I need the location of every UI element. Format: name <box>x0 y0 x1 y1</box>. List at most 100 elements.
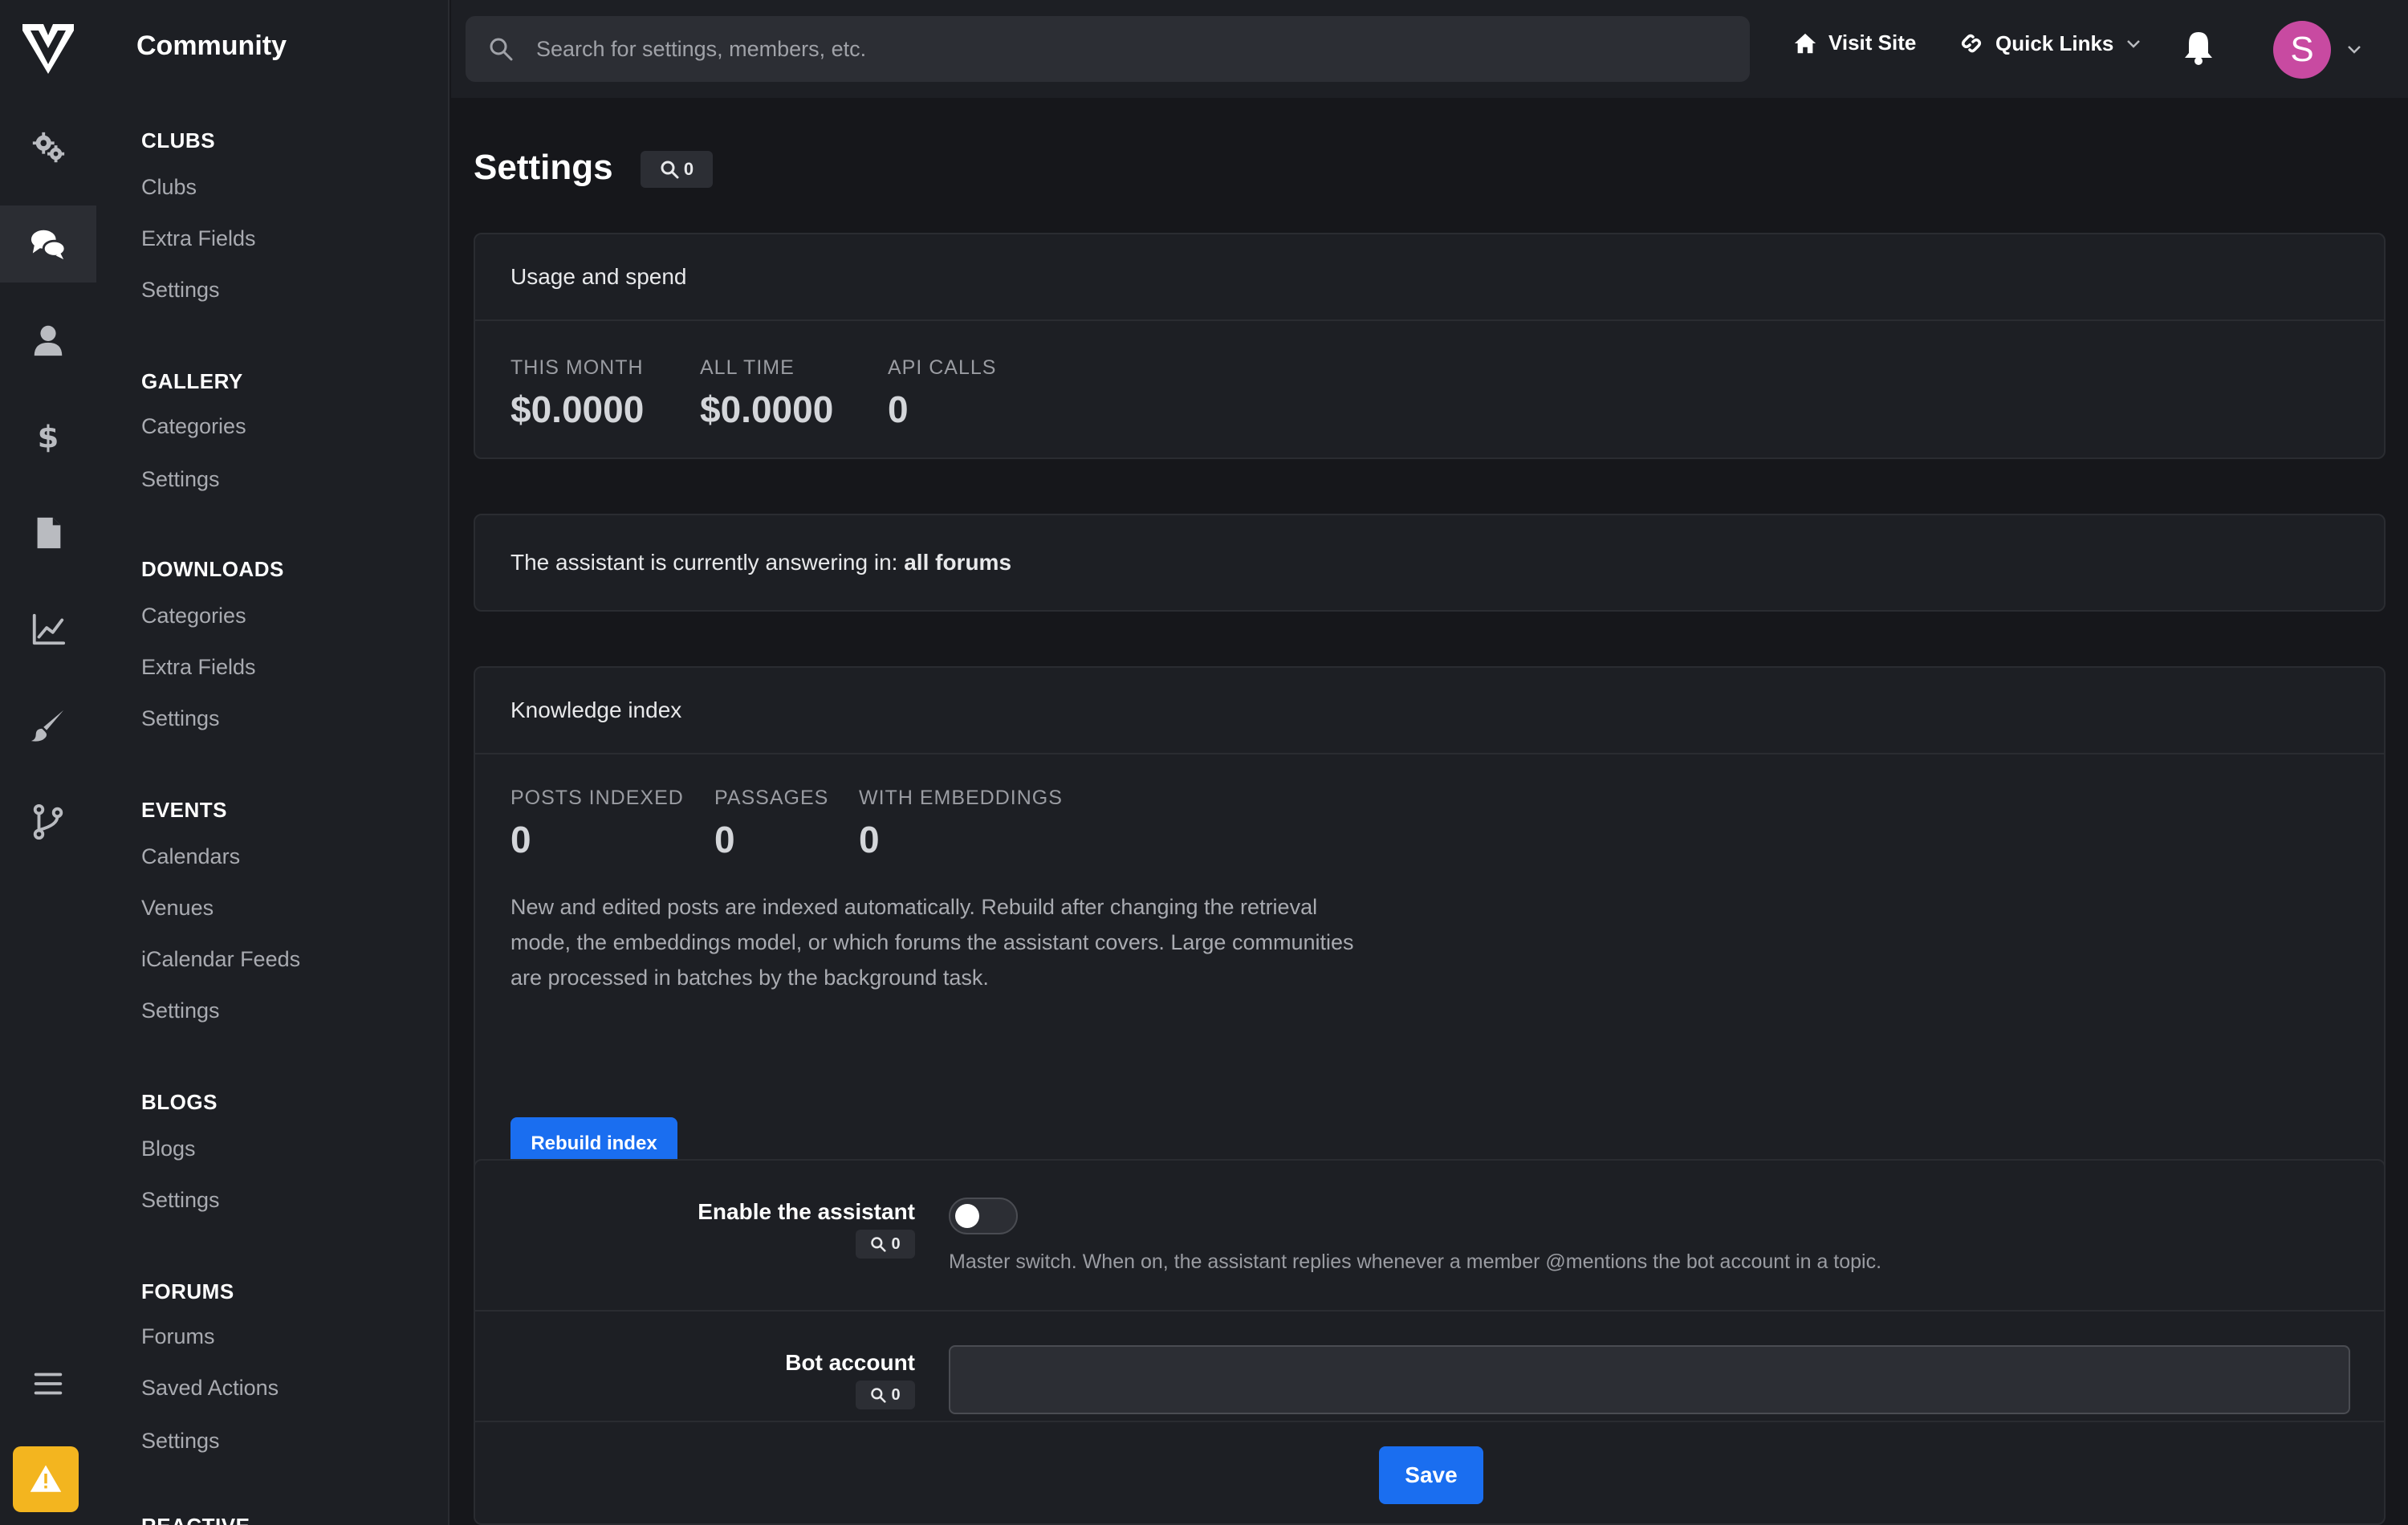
sidebar-item-downloads-extra-fields[interactable]: Extra Fields <box>141 655 256 680</box>
sidebar-item-downloads-settings[interactable]: Settings <box>141 706 220 731</box>
stat-value: $0.0000 <box>510 388 645 430</box>
bot-account-label: Bot account <box>785 1350 915 1375</box>
search-icon <box>871 1237 887 1252</box>
stat-value: 0 <box>859 819 880 860</box>
sidebar-item-blogs[interactable]: Blogs <box>141 1137 196 1161</box>
knowledge-card-heading: Knowledge index <box>475 668 2384 754</box>
sidebar-item-clubs-extra-fields[interactable]: Extra Fields <box>141 226 256 251</box>
sidebar-item-forums[interactable]: Forums <box>141 1324 215 1349</box>
row-divider <box>475 1310 2384 1312</box>
enable-assistant-toggle[interactable] <box>949 1198 1018 1234</box>
toggle-knob <box>955 1204 979 1228</box>
sidebar-item-calendars[interactable]: Calendars <box>141 844 240 869</box>
icon-rail: $ <box>0 0 96 1525</box>
quick-links-label: Quick Links <box>1995 31 2114 55</box>
logo-icon[interactable] <box>22 24 74 74</box>
sidebar-item-downloads-categories[interactable]: Categories <box>141 604 246 628</box>
visit-site-label: Visit Site <box>1828 31 1917 55</box>
chart-line-icon[interactable] <box>0 591 96 668</box>
home-icon <box>1794 33 1816 53</box>
page-search-hits-badge[interactable]: 0 <box>641 151 713 188</box>
warning-button[interactable] <box>13 1446 79 1512</box>
sidebar-brand-title: Community <box>136 31 287 61</box>
avatar[interactable]: S <box>2273 21 2331 79</box>
chevron-down-icon <box>2127 40 2141 48</box>
gears-icon[interactable] <box>0 109 96 186</box>
stat-value: 0 <box>714 819 735 860</box>
scope-card: The assistant is currently answering in:… <box>474 514 2386 612</box>
scope-value: all forums <box>904 550 1012 575</box>
link-icon <box>1961 34 1982 53</box>
sidebar-item-forums-settings[interactable]: Settings <box>141 1429 220 1454</box>
global-search[interactable] <box>466 16 1750 82</box>
sidebar-item-gallery-settings[interactable]: Settings <box>141 467 220 492</box>
knowledge-description: New and edited posts are indexed automat… <box>510 895 1354 990</box>
stat-label: PASSAGES <box>714 787 829 809</box>
sidebar-group-clubs: CLUBS <box>141 128 216 152</box>
stat-passages: PASSAGES 0 <box>714 787 828 861</box>
save-button[interactable]: Save <box>1379 1446 1483 1504</box>
enable-assistant-help: Master switch. When on, the assistant re… <box>949 1250 1882 1273</box>
stat-label: ALL TIME <box>700 356 795 379</box>
usage-card-heading: Usage and spend <box>475 234 2384 321</box>
page-search-hits-count: 0 <box>683 159 694 179</box>
file-icon[interactable] <box>0 494 96 571</box>
notifications-bell-icon[interactable] <box>2182 29 2215 70</box>
enable-assistant-hits-badge[interactable]: 0 <box>856 1230 915 1259</box>
sidebar-item-venues[interactable]: Venues <box>141 896 214 921</box>
search-input[interactable] <box>536 36 1700 62</box>
stat-this-month: THIS MONTH $0.0000 <box>510 356 644 431</box>
sidebar-group-events: EVENTS <box>141 798 228 822</box>
brush-icon[interactable] <box>0 687 96 764</box>
assistant-settings-card: Enable the assistant 0 Master switch. Wh… <box>474 1159 2386 1525</box>
usage-card: Usage and spend THIS MONTH $0.0000 ALL T… <box>474 233 2386 459</box>
sidebar-item-icalendar-feeds[interactable]: iCalendar Feeds <box>141 947 300 972</box>
code-branch-icon[interactable] <box>0 783 96 860</box>
search-icon <box>871 1388 887 1403</box>
search-icon <box>661 161 679 179</box>
chat-bubbles-icon[interactable] <box>0 205 96 283</box>
visit-site-button[interactable]: Visit Site <box>1793 31 1916 55</box>
stat-label: API CALLS <box>888 356 997 379</box>
top-bar: Visit Site Quick Links S <box>451 0 2408 98</box>
bot-account-hits-badge[interactable]: 0 <box>856 1381 915 1409</box>
stat-api-calls: API CALLS 0 <box>888 356 996 431</box>
sidebar-group-reactive: REACTIVE <box>141 1514 250 1525</box>
sidebar-item-blogs-settings[interactable]: Settings <box>141 1188 220 1213</box>
enable-assistant-label: Enable the assistant <box>698 1199 915 1224</box>
bot-account-input[interactable] <box>949 1345 2350 1414</box>
scope-prefix: The assistant is currently answering in: <box>510 550 898 575</box>
sidebar-group-blogs: BLOGS <box>141 1090 218 1114</box>
page-title: Settings <box>474 148 613 187</box>
sidebar-item-events-settings[interactable]: Settings <box>141 998 220 1023</box>
knowledge-index-card: Knowledge index POSTS INDEXED 0 PASSAGES… <box>474 666 2386 1201</box>
account-chevron-down-icon[interactable] <box>2345 40 2363 62</box>
sidebar-item-gallery-categories[interactable]: Categories <box>141 414 246 439</box>
stat-label: THIS MONTH <box>510 356 644 379</box>
svg-text:$: $ <box>38 419 59 455</box>
search-icon <box>490 38 513 61</box>
stat-value: 0 <box>888 388 909 430</box>
stat-label: POSTS INDEXED <box>510 787 684 809</box>
stat-with-embeddings: WITH EMBEDDINGS 0 <box>859 787 1063 861</box>
row-divider <box>475 1421 2384 1422</box>
quick-links-button[interactable]: Quick Links <box>1959 31 2142 56</box>
stat-label: WITH EMBEDDINGS <box>859 787 1063 809</box>
stat-posts-indexed: POSTS INDEXED 0 <box>510 787 684 861</box>
stat-all-time: ALL TIME $0.0000 <box>700 356 833 431</box>
stat-value: 0 <box>510 819 531 860</box>
sidebar-group-downloads: DOWNLOADS <box>141 557 284 581</box>
sidebar-group-forums: FORUMS <box>141 1279 234 1303</box>
user-icon[interactable] <box>0 302 96 379</box>
stat-value: $0.0000 <box>700 388 834 430</box>
sidebar-item-clubs-settings[interactable]: Settings <box>141 278 220 303</box>
sidebar-item-saved-actions[interactable]: Saved Actions <box>141 1376 279 1401</box>
bot-account-hits-count: 0 <box>891 1385 901 1404</box>
sidebar-group-gallery: GALLERY <box>141 369 243 393</box>
sidebar-item-clubs[interactable]: Clubs <box>141 175 197 200</box>
section-sidebar: Community CLUBS Clubs Extra Fields Setti… <box>96 0 449 1525</box>
warning-icon <box>30 1465 62 1492</box>
menu-icon[interactable] <box>0 1345 96 1422</box>
enable-assistant-hits-count: 0 <box>891 1234 901 1253</box>
dollar-icon[interactable]: $ <box>0 398 96 475</box>
